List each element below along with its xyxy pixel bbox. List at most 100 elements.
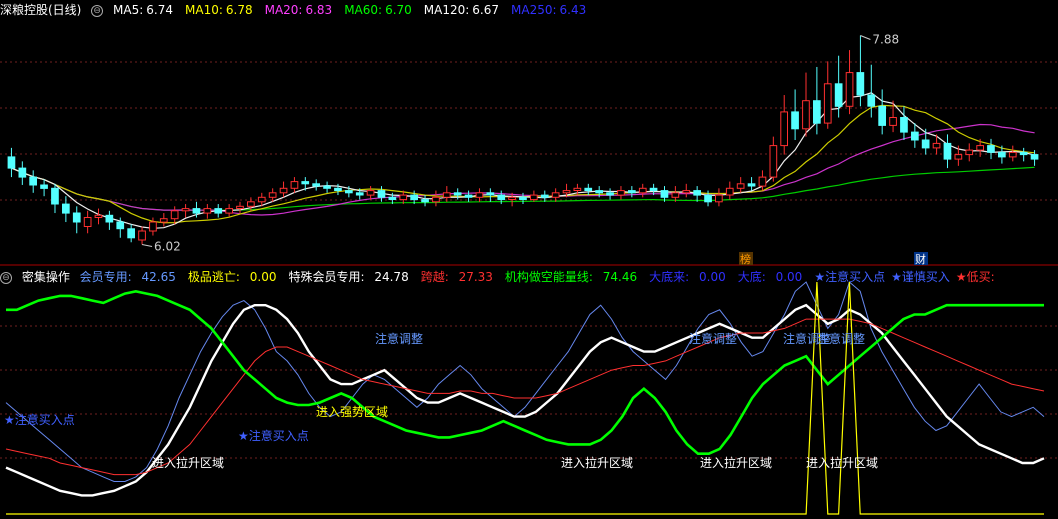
indicator-legend-item: 大底来: 0.00 <box>649 270 732 284</box>
candle-body <box>170 210 179 220</box>
candle-body <box>236 205 244 210</box>
candle-body <box>606 192 614 196</box>
settings-icon[interactable]: ⊖ <box>0 271 12 284</box>
candle-body <box>519 196 527 201</box>
signal-annotation: ★注意买入点 <box>4 412 75 427</box>
candle-body <box>18 167 27 178</box>
signal-annotation: 进入拉升区域 <box>806 455 878 470</box>
candle-body <box>780 111 788 147</box>
indicator-legend: 会员专用: 42.65 极品逃亡: 0.00 特殊会员专用: 24.78 跨越: 27… <box>80 270 1001 284</box>
ma-legend-value: 6.78 <box>225 3 253 17</box>
candle-body <box>83 217 92 227</box>
grid-lines <box>0 61 1058 459</box>
ma-legend-label: MA250: <box>511 3 557 17</box>
candle-body <box>725 187 734 196</box>
indicator-legend-value: 74.46 <box>598 270 638 284</box>
ma-legend-label: MA60: <box>344 3 383 17</box>
signal-annotation: 注意调整 <box>375 331 423 346</box>
ma-legend: MA5: 6.74 MA10: 6.78 MA20: 6.83 MA60: 6.70 MA120… <box>113 3 598 17</box>
candle-body <box>900 117 908 133</box>
candle-body <box>475 192 484 198</box>
signal-annotation: 注意调整 <box>689 331 737 346</box>
candle-body <box>105 214 114 223</box>
candle-body <box>878 105 886 126</box>
candle-body <box>584 187 593 192</box>
ma-legend-label: MA20: <box>264 3 303 17</box>
candle-body <box>290 181 299 189</box>
candle-body <box>116 221 125 230</box>
signal-flag: ★注意买入点 <box>814 270 886 284</box>
candle-body <box>649 187 658 192</box>
ma-legend-item: MA120: 6.67 <box>424 3 505 17</box>
indicator-legend-label: 跨越: <box>420 270 449 284</box>
candle-body <box>932 142 941 149</box>
candle-body <box>769 145 778 178</box>
ma-legend-item: MA20: 6.83 <box>265 3 339 17</box>
ma-legend-value: 6.83 <box>305 3 333 17</box>
candle-body <box>247 201 255 207</box>
candle-body <box>1019 151 1028 156</box>
indicator-legend-value: 42.65 <box>137 270 176 284</box>
candle-body <box>693 190 701 196</box>
ma-legend-item: MA60: 6.70 <box>344 3 418 17</box>
candle-body <box>715 194 723 203</box>
candle-body <box>617 190 625 196</box>
candle-body <box>355 192 364 196</box>
candle-body <box>138 230 146 241</box>
candle-body <box>323 185 331 189</box>
high-pointer <box>860 35 871 40</box>
ma-legend-item: MA5: 6.74 <box>113 3 179 17</box>
signal-annotation: 进入拉升区域 <box>700 455 772 470</box>
candle-body <box>486 192 495 196</box>
indicator-legend-value: 0.00 <box>245 270 277 284</box>
candle-body <box>257 196 266 203</box>
ma-legend-label: MA120: <box>423 3 470 17</box>
candle-body <box>279 187 288 194</box>
candle-body <box>366 190 375 196</box>
short-energy-line <box>6 289 1044 455</box>
indicator-legend-value: 0.00 <box>771 270 803 284</box>
candle-body <box>791 111 799 130</box>
chart-canvas: 7.886.02榜财 注意调整 注意调整 注意调整注意调整进入强势区域进入拉升区域进… <box>0 32 1058 515</box>
indicator-legend-item: 机构做空能量线: 74.46 <box>505 270 643 284</box>
event-badge: 榜 <box>740 252 751 266</box>
candle-body <box>845 72 854 107</box>
indicator-legend-value: 27.33 <box>454 270 493 284</box>
indicator-legend-item: 跨越: 27.33 <box>421 270 499 284</box>
candle-body <box>410 194 418 201</box>
indicator-legend-label: 机构做空能量线: <box>504 270 593 284</box>
candle-body <box>72 212 81 223</box>
candle-body <box>159 218 168 223</box>
indicator-legend-label: 特殊会员专用: <box>288 270 365 284</box>
candle-body <box>149 221 157 232</box>
candle-body <box>268 192 277 198</box>
ma-legend-value: 6.43 <box>559 3 587 17</box>
candle-body <box>94 214 103 219</box>
candle-body <box>562 190 571 194</box>
candle-body <box>301 181 310 185</box>
candle-body <box>345 190 353 194</box>
candle-body <box>334 187 342 192</box>
candle-body <box>312 183 320 187</box>
indicator-legend-label: 会员专用: <box>79 270 132 284</box>
indicator-name[interactable]: 密集操作 <box>22 270 70 284</box>
chart-stage: 7.88 6.02 榜财 注意调整 注意调整 注意调整 注意调整 进入强势区域 进入拉升区域进… <box>0 0 1058 516</box>
signal-annotation: 注意调整 <box>817 331 865 346</box>
candle-body <box>530 194 538 201</box>
candle-body <box>1008 151 1017 158</box>
candle-body <box>660 190 669 198</box>
indicator-legend-label: 大底来: <box>649 270 690 284</box>
candle-body <box>998 151 1006 158</box>
candle-body <box>704 194 712 203</box>
candle-body <box>181 208 190 212</box>
stock-title[interactable]: 深粮控股(日线) <box>0 3 81 17</box>
candle-body <box>508 196 516 201</box>
candle-body <box>203 208 212 214</box>
indicator-legend-label: 大底: <box>737 270 766 284</box>
candle-body <box>464 194 473 198</box>
candle-body <box>377 190 386 198</box>
candle-body <box>747 183 756 187</box>
settings-icon[interactable]: ⊖ <box>91 4 104 17</box>
indicator-legend-value: 24.78 <box>370 270 409 284</box>
ma-legend-value: 6.67 <box>472 3 500 17</box>
